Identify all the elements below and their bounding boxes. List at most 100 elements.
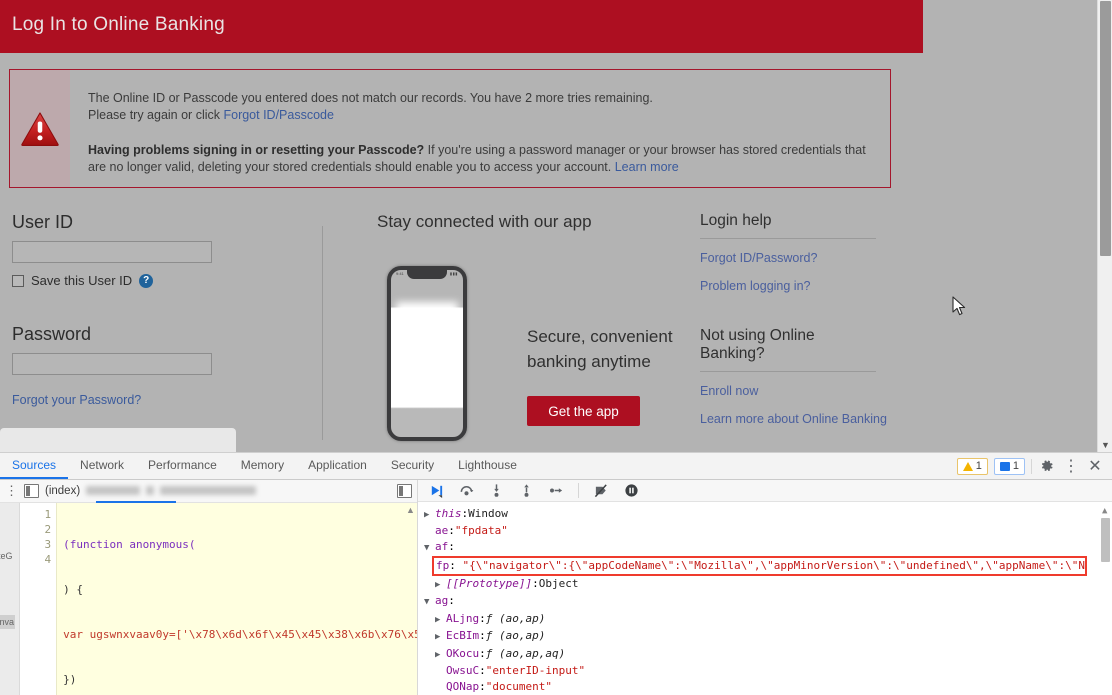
scroll-up-arrow-icon[interactable]: ▲ bbox=[406, 505, 415, 515]
message-count-chip[interactable]: 1 bbox=[993, 457, 1025, 475]
scope-row-highlighted[interactable]: fp: "{\"navigator\":{\"appCodeName\":\"M… bbox=[424, 556, 1112, 576]
resume-script-execution-icon[interactable] bbox=[428, 482, 444, 498]
file-tab-redacted-1[interactable] bbox=[86, 486, 141, 496]
collapse-arrow-down-icon[interactable]: ▼ bbox=[424, 541, 435, 557]
deactivate-breakpoints-icon[interactable] bbox=[593, 482, 609, 498]
gear-icon[interactable] bbox=[1038, 457, 1056, 475]
step-out-of-current-function-icon[interactable] bbox=[518, 482, 534, 498]
scope-row[interactable]: ▶ this: Window bbox=[424, 506, 1112, 524]
message-count-value: 1 bbox=[1012, 460, 1019, 472]
learn-more-link[interactable]: Learn more bbox=[615, 160, 679, 174]
expand-arrow-right-icon[interactable]: ▶ bbox=[424, 508, 435, 524]
scope-row[interactable]: QONap: "document" bbox=[424, 679, 1112, 695]
close-icon[interactable]: ✕ bbox=[1086, 457, 1104, 475]
step-icon[interactable] bbox=[548, 482, 564, 498]
save-user-id-checkbox[interactable] bbox=[12, 274, 24, 287]
file-tab-redacted-2[interactable] bbox=[146, 486, 155, 496]
expand-arrow-right-icon[interactable]: ▶ bbox=[435, 578, 446, 594]
forgot-your-password-link[interactable]: Forgot your Password? bbox=[12, 393, 322, 407]
problem-logging-in-link[interactable]: Problem logging in? bbox=[700, 279, 880, 293]
scope-sep: : bbox=[532, 576, 539, 590]
scope-row[interactable]: ae: "fpdata" bbox=[424, 523, 1112, 539]
scroll-down-arrow-icon[interactable]: ▼ bbox=[1098, 440, 1112, 450]
tab-application[interactable]: Application bbox=[296, 453, 379, 479]
phone-status-icons: ▮▮▮ bbox=[449, 271, 458, 276]
scope-value: ƒ (ao,ap) bbox=[485, 611, 546, 625]
scope-vertical-scrollbar[interactable]: ▲ bbox=[1099, 501, 1112, 695]
devtools-panel: Sources Network Performance Memory Appli… bbox=[0, 452, 1112, 695]
code-line: ) { bbox=[63, 582, 83, 596]
scope-row[interactable]: ▶ ALjng: ƒ (ao,ap) bbox=[424, 611, 1112, 629]
devtools-body: ⋮ (index) iteG Inva 1 2 bbox=[0, 480, 1112, 695]
code-vertical-scrollbar[interactable]: ▲ bbox=[404, 503, 417, 695]
expand-arrow-right-icon[interactable]: ▶ bbox=[435, 613, 446, 629]
get-the-app-button[interactable]: Get the app bbox=[527, 396, 640, 426]
tab-sources[interactable]: Sources bbox=[0, 453, 69, 479]
login-form-column: User ID Save this User ID ? Password For… bbox=[12, 212, 322, 407]
question-mark-icon[interactable]: ? bbox=[139, 273, 154, 288]
enroll-title: Not using Online Banking? bbox=[700, 327, 815, 362]
scope-value: "document" bbox=[485, 679, 552, 693]
tab-network[interactable]: Network bbox=[68, 453, 136, 479]
warning-triangle-icon bbox=[21, 111, 59, 146]
save-user-id-row[interactable]: Save this User ID ? bbox=[12, 273, 322, 288]
show-debugger-icon[interactable] bbox=[397, 483, 412, 498]
scope-row[interactable]: ▶ EcBIm: ƒ (ao,ap) bbox=[424, 628, 1112, 646]
scope-sep: : bbox=[479, 679, 486, 693]
background-card bbox=[0, 428, 236, 452]
scope-row[interactable]: ▼ af: bbox=[424, 539, 1112, 557]
devtools-tabbar: Sources Network Performance Memory Appli… bbox=[0, 453, 1112, 480]
step-into-next-function-call-icon[interactable] bbox=[488, 482, 504, 498]
scope-key: ALjng bbox=[446, 611, 480, 625]
scope-row[interactable]: ▶ OKocu: ƒ (ao,ap,aq) bbox=[424, 646, 1112, 664]
scrollbar-thumb[interactable] bbox=[1100, 1, 1111, 256]
file-tab-index[interactable]: (index) bbox=[45, 485, 80, 497]
scope-row[interactable]: OwsuC: "enterID-input" bbox=[424, 663, 1112, 679]
collapse-arrow-down-icon[interactable]: ▼ bbox=[424, 595, 435, 611]
expand-arrow-right-icon[interactable]: ▶ bbox=[435, 630, 446, 646]
file-tab-redacted-3[interactable] bbox=[160, 486, 257, 496]
user-id-input[interactable] bbox=[12, 241, 212, 263]
password-block: Password bbox=[12, 324, 322, 375]
kebab-menu-icon[interactable]: ⋮ bbox=[5, 484, 18, 497]
scope-row[interactable]: ▼ ag: bbox=[424, 593, 1112, 611]
scope-variables-list[interactable]: ▶ this: Window ae: "fpdata" ▼ af: fp: "{\"… bbox=[418, 501, 1112, 695]
tab-memory[interactable]: Memory bbox=[229, 453, 296, 479]
scope-sep: : bbox=[479, 629, 486, 643]
scope-key: QONap bbox=[446, 679, 480, 693]
message-bubble-icon bbox=[999, 461, 1010, 471]
forgot-id-password-link[interactable]: Forgot ID/Password? bbox=[700, 251, 880, 265]
enroll-rule bbox=[700, 371, 876, 372]
tab-security[interactable]: Security bbox=[379, 453, 446, 479]
code-line: }) bbox=[63, 672, 77, 686]
step-over-next-function-call-icon[interactable] bbox=[458, 482, 474, 498]
code-content[interactable]: (function anonymous( ) { var ugswnxvaav0… bbox=[57, 503, 417, 695]
enroll-now-link[interactable]: Enroll now bbox=[700, 384, 880, 398]
scope-sep: : bbox=[449, 559, 463, 573]
kebab-menu-icon[interactable]: ⋮ bbox=[1062, 457, 1080, 475]
scroll-up-arrow-icon[interactable]: ▲ bbox=[1102, 504, 1107, 520]
tab-lighthouse[interactable]: Lighthouse bbox=[446, 453, 529, 479]
scope-key: ae bbox=[435, 524, 449, 538]
warning-count-chip[interactable]: 1 bbox=[956, 457, 988, 475]
expand-arrow-right-icon[interactable]: ▶ bbox=[435, 648, 446, 664]
password-input[interactable] bbox=[12, 353, 212, 375]
scope-key: OwsuC bbox=[446, 664, 480, 678]
show-navigator-icon[interactable] bbox=[24, 483, 39, 498]
user-id-label: User ID bbox=[12, 212, 74, 232]
scope-sep: : bbox=[448, 594, 455, 608]
pause-on-exceptions-icon[interactable] bbox=[623, 482, 639, 498]
scrollbar-thumb[interactable] bbox=[1101, 517, 1110, 562]
code-editor[interactable]: iteG Inva 1 2 3 4 (function anonymous( )… bbox=[0, 502, 417, 695]
toolbar-separator bbox=[578, 482, 579, 498]
login-help-rule bbox=[700, 238, 876, 239]
forgot-id-passcode-link[interactable]: Forgot ID/Passcode bbox=[223, 108, 333, 122]
code-line: var ugswnxvaav0y=['\x78\x6d\x6f\x45\x45\… bbox=[63, 627, 417, 641]
scope-sep: : bbox=[461, 506, 469, 520]
scope-key: EcBIm bbox=[446, 629, 480, 643]
tab-performance[interactable]: Performance bbox=[136, 453, 229, 479]
learn-more-about-online-banking-link[interactable]: Learn more about Online Banking bbox=[700, 412, 887, 426]
line-number: 4 bbox=[44, 552, 52, 566]
page-vertical-scrollbar[interactable]: ▼ bbox=[1097, 0, 1112, 452]
scope-row[interactable]: ▶ [[Prototype]]: Object bbox=[424, 576, 1112, 594]
